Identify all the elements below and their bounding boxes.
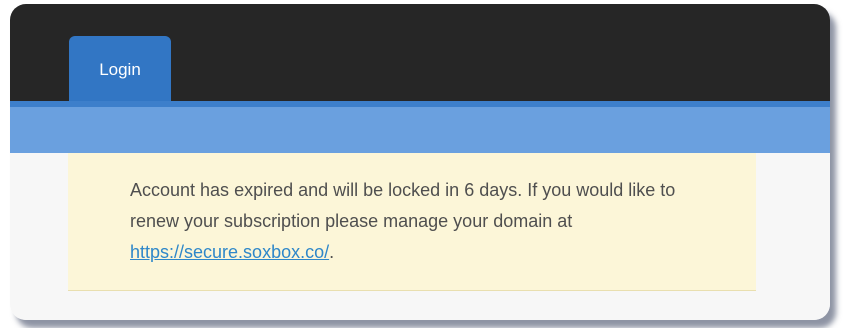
login-window: Login Account has expired and will be lo…	[10, 4, 830, 320]
tab-login[interactable]: Login	[69, 36, 171, 104]
renew-link[interactable]: https://secure.soxbox.co/	[130, 242, 329, 262]
alert-message-end: .	[329, 242, 335, 262]
main-content: Account has expired and will be locked i…	[10, 153, 830, 320]
tab-content-bar	[10, 101, 830, 153]
top-nav: Login	[10, 4, 830, 104]
expiration-alert: Account has expired and will be locked i…	[68, 153, 756, 291]
alert-message-text: Account has expired and will be locked i…	[130, 180, 676, 231]
